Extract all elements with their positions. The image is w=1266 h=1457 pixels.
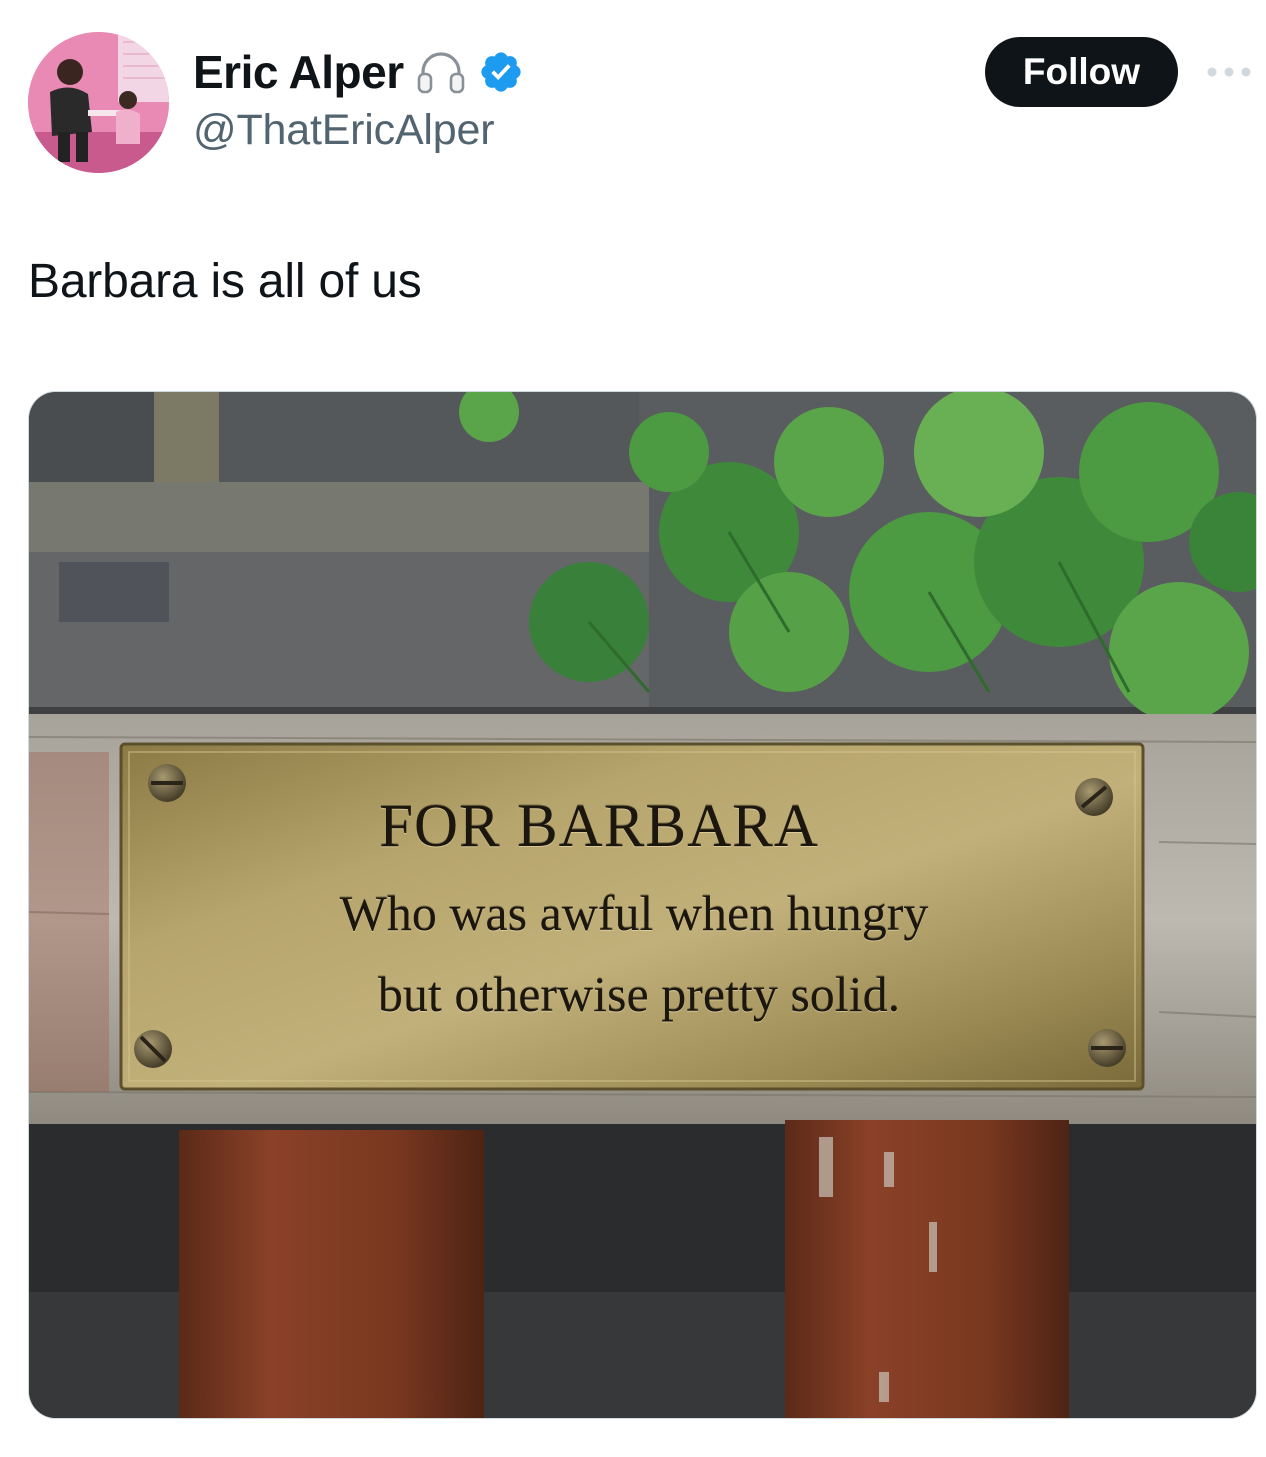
plaque-line-1: Who was awful when hungry: [339, 885, 929, 941]
plaque-line-2: but otherwise pretty solid.: [377, 966, 901, 1022]
headphones-icon: [414, 45, 468, 99]
plaque-title: FOR BARBARA: [379, 793, 819, 860]
avatar-image: [28, 32, 169, 173]
avatar[interactable]: [28, 32, 169, 173]
tweet-media-image[interactable]: FOR BARBARA Who was awful when hungry bu…: [28, 391, 1257, 1419]
more-options-icon[interactable]: [1206, 58, 1252, 86]
author-display-name[interactable]: Eric Alper: [193, 45, 404, 99]
verified-badge-icon[interactable]: [478, 49, 524, 95]
tweet-text: Barbara is all of us: [28, 255, 422, 308]
author-name-row: Eric Alper: [193, 42, 524, 102]
author-handle[interactable]: @ThatEricAlper: [193, 106, 495, 155]
follow-button[interactable]: Follow: [985, 37, 1178, 107]
